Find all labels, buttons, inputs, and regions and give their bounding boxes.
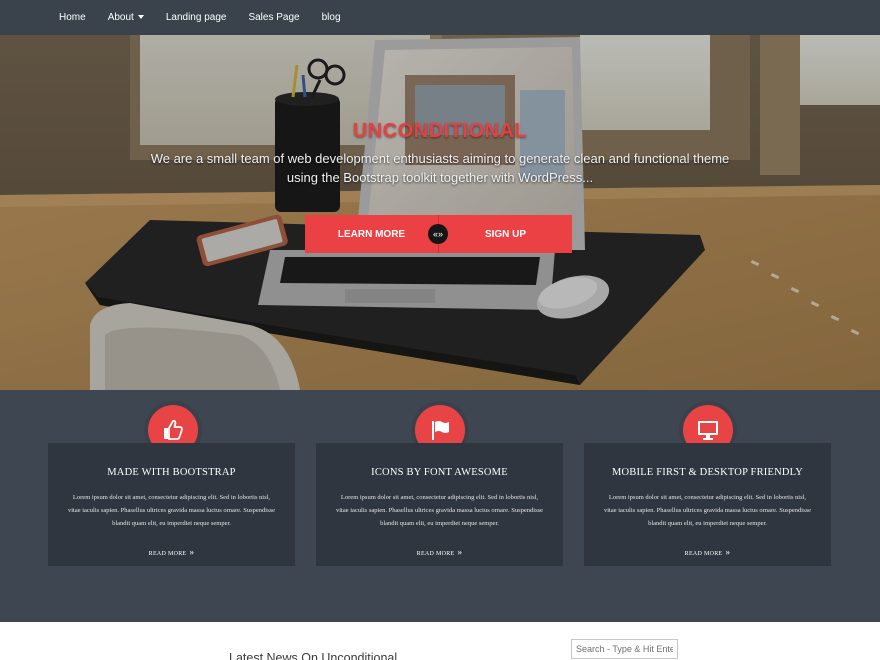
nav-item-label: blog (321, 12, 341, 23)
feature-text: Lorem ipsum dolor sit amet, consectetur … (603, 494, 812, 527)
hero-button-group: LEARN MORE SIGN UP «» (305, 215, 572, 253)
caret-down-icon (137, 15, 144, 20)
hero-title: UNCONDITIONAL (352, 120, 528, 142)
hero-subtitle-line-1: We are a small team of web development e… (150, 151, 730, 166)
nav-list: Home About Landing page Sales Page blog (0, 0, 880, 35)
nav-item-label: Landing page (165, 12, 227, 23)
double-arrow-icon: » (189, 547, 195, 557)
feature-card-font-awesome: ICONS BY FONT AWESOME Lorem ipsum dolor … (316, 443, 563, 566)
nav-item-label: About (107, 12, 134, 23)
top-navbar: Home About Landing page Sales Page blog (0, 0, 880, 35)
features-section: MADE WITH BOOTSTRAP Lorem ipsum dolor si… (0, 390, 880, 622)
nav-item-label: Home (59, 12, 86, 23)
nav-item-about[interactable]: About (97, 12, 155, 23)
nav-item-landing-page[interactable]: Landing page (155, 12, 238, 23)
content-section: Latest News On Unconditional (0, 622, 880, 660)
hero-subtitle-line-2: using the Bootstrap toolkit together wit… (286, 170, 594, 185)
or-divider-icon: «» (428, 224, 448, 244)
feature-card-mobile-first: MOBILE FIRST & DESKTOP FRIENDLY Lorem ip… (584, 443, 831, 566)
feature-title: MOBILE FIRST & DESKTOP FRIENDLY (611, 467, 804, 478)
feature-text: Lorem ipsum dolor sit amet, consectetur … (335, 494, 544, 527)
feature-title: ICONS BY FONT AWESOME (371, 467, 508, 478)
hero-subtitle: We are a small team of web development e… (150, 149, 730, 187)
nav-item-label: Sales Page (248, 12, 300, 23)
double-arrow-icon: » (725, 547, 731, 557)
hero-section: UNCONDITIONAL We are a small team of web… (0, 35, 880, 390)
latest-news-heading: Latest News On Unconditional (229, 651, 398, 660)
feature-text: Lorem ipsum dolor sit amet, consectetur … (67, 494, 276, 527)
read-more-link[interactable]: READ MORE» (584, 547, 831, 557)
sign-up-button[interactable]: SIGN UP (439, 215, 572, 253)
read-more-label: READ MORE (684, 551, 723, 557)
feature-title: MADE WITH BOOTSTRAP (107, 467, 236, 478)
feature-card-bootstrap: MADE WITH BOOTSTRAP Lorem ipsum dolor si… (48, 443, 295, 566)
learn-more-button[interactable]: LEARN MORE (305, 215, 439, 253)
nav-item-sales-page[interactable]: Sales Page (237, 12, 310, 23)
search-input[interactable] (571, 639, 678, 659)
read-more-label: READ MORE (416, 551, 455, 557)
nav-item-home[interactable]: Home (48, 12, 97, 23)
nav-item-blog[interactable]: blog (311, 12, 352, 23)
read-more-link[interactable]: READ MORE» (48, 547, 295, 557)
hero-background-image (0, 35, 880, 390)
read-more-link[interactable]: READ MORE» (316, 547, 563, 557)
read-more-label: READ MORE (148, 551, 187, 557)
double-arrow-icon: » (457, 547, 463, 557)
